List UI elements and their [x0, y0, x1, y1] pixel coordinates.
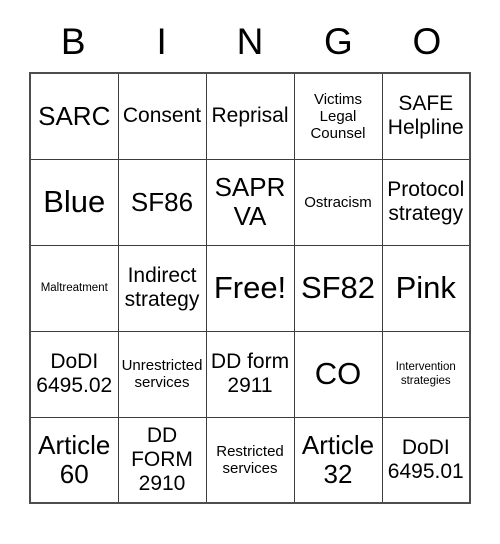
bingo-row: Blue SF86 SAPR VA Ostracism Protocol str… — [29, 158, 471, 246]
bingo-cell[interactable]: Pink — [381, 244, 471, 332]
bingo-cell[interactable]: SARC — [29, 72, 119, 160]
bingo-cell[interactable]: Unrestricted services — [117, 330, 207, 418]
bingo-cell[interactable]: Ostracism — [293, 158, 383, 246]
bingo-cell[interactable]: Article 32 — [293, 416, 383, 504]
bingo-row: Article 60 DD FORM 2910 Restricted servi… — [29, 416, 471, 504]
bingo-header-letter-b: B — [60, 21, 86, 62]
bingo-cell[interactable]: Victims Legal Counsel — [293, 72, 383, 160]
bingo-row: DoDI 6495.02 Unrestricted services DD fo… — [29, 330, 471, 418]
bingo-cell[interactable]: DD form 2911 — [205, 330, 295, 418]
bingo-cell[interactable]: Reprisal — [205, 72, 295, 160]
bingo-cell[interactable]: DoDI 6495.01 — [381, 416, 471, 504]
bingo-row: Maltreatment Indirect strategy Free! SF8… — [29, 244, 471, 332]
bingo-header-letter-n: N — [236, 21, 264, 62]
bingo-header-row: B I N G O — [29, 0, 471, 62]
bingo-cell[interactable]: CO — [293, 330, 383, 418]
bingo-cell[interactable]: SAPR VA — [205, 158, 295, 246]
bingo-cell[interactable]: Indirect strategy — [117, 244, 207, 332]
bingo-cell[interactable]: Restricted services — [205, 416, 295, 504]
bingo-cell-free[interactable]: Free! — [205, 244, 295, 332]
bingo-cell[interactable]: Intervention strategies — [381, 330, 471, 418]
bingo-cell[interactable]: DD FORM 2910 — [117, 416, 207, 504]
bingo-cell[interactable]: Article 60 — [29, 416, 119, 504]
bingo-cell[interactable]: Consent — [117, 72, 207, 160]
bingo-cell[interactable]: Protocol strategy — [381, 158, 471, 246]
bingo-cell[interactable]: SF82 — [293, 244, 383, 332]
bingo-cell[interactable]: Maltreatment — [29, 244, 119, 332]
bingo-header-letter-g: G — [324, 21, 353, 62]
bingo-row: SARC Consent Reprisal Victims Legal Coun… — [29, 72, 471, 160]
bingo-header-letter-i: I — [156, 21, 167, 62]
bingo-cell[interactable]: SAFE Helpline — [381, 72, 471, 160]
bingo-cell[interactable]: SF86 — [117, 158, 207, 246]
bingo-grid: SARC Consent Reprisal Victims Legal Coun… — [29, 72, 471, 504]
bingo-cell[interactable]: Blue — [29, 158, 119, 246]
bingo-card: B I N G O SARC Consent Reprisal Victims … — [0, 0, 500, 544]
bingo-cell[interactable]: DoDI 6495.02 — [29, 330, 119, 418]
bingo-header-letter-o: O — [412, 21, 442, 62]
